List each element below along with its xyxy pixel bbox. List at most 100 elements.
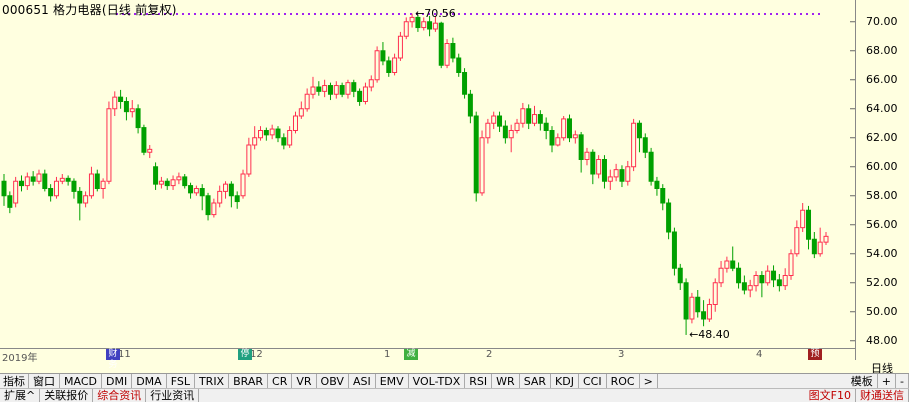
indicator-tab[interactable]: SAR xyxy=(520,374,552,389)
indicator-tab[interactable]: KDJ xyxy=(551,374,579,389)
candle-body xyxy=(631,122,637,168)
candle-body xyxy=(48,188,54,197)
indicator-tab[interactable]: ROC xyxy=(607,374,640,389)
candle xyxy=(485,118,491,144)
candle xyxy=(339,82,345,98)
indicator-tab[interactable]: VOL-TDX xyxy=(409,374,466,389)
candle-body xyxy=(59,177,65,182)
event-marker[interactable]: 停 xyxy=(238,349,252,360)
bottom-right-group: 图文F10 财通送信 xyxy=(805,389,909,402)
candle-body xyxy=(736,267,742,284)
candle xyxy=(776,274,782,292)
candle xyxy=(170,175,176,190)
candle xyxy=(514,118,520,134)
candle xyxy=(788,249,794,280)
f10-button[interactable]: 图文F10 xyxy=(805,389,856,402)
candle xyxy=(18,175,24,192)
candle xyxy=(193,185,199,196)
candle-body xyxy=(65,177,71,182)
candle xyxy=(100,178,106,199)
zoom-in-button[interactable]: + xyxy=(878,374,897,389)
indicator-tab[interactable]: DMA xyxy=(132,374,167,389)
candle xyxy=(158,176,164,189)
candle-body xyxy=(333,85,339,95)
kline-window: 000651 格力电器(日线 前复权) ←70.56 ←48.40 70.00 6… xyxy=(0,0,909,402)
indicator-tab[interactable]: > xyxy=(640,374,658,389)
candle xyxy=(36,169,42,185)
indicator-tab[interactable]: OBV xyxy=(317,374,349,389)
candle xyxy=(689,292,695,324)
candle-body xyxy=(689,296,695,320)
candle xyxy=(782,268,788,290)
candle xyxy=(677,263,683,290)
date-tick-label: 2019年 xyxy=(2,353,38,364)
indicator-tab[interactable]: 指标 xyxy=(0,374,29,389)
candle-body xyxy=(514,122,520,131)
candle-body xyxy=(566,118,572,139)
period-label[interactable]: 日线 xyxy=(855,360,909,375)
candle xyxy=(771,265,777,288)
candlestick-chart[interactable] xyxy=(0,0,855,348)
candle xyxy=(613,163,619,182)
arrow-left-icon: ← xyxy=(689,327,699,341)
candle-body xyxy=(811,238,817,255)
candle xyxy=(199,184,205,211)
event-marker[interactable]: 减 xyxy=(404,349,418,360)
candle xyxy=(322,79,328,98)
bottom-tab[interactable]: 综合资讯 xyxy=(93,389,147,402)
candle xyxy=(217,185,223,208)
candle-body xyxy=(701,311,707,320)
candle-body xyxy=(310,86,316,95)
indicator-tab[interactable]: VR xyxy=(292,374,317,389)
candle-body xyxy=(403,21,409,37)
candle-body xyxy=(83,195,89,204)
event-marker[interactable]: 财务 xyxy=(106,349,120,370)
candle xyxy=(327,82,333,101)
notify-button[interactable]: 财通送信 xyxy=(856,389,909,402)
template-tab[interactable]: 模板 xyxy=(847,374,878,389)
candle xyxy=(666,198,672,240)
indicator-tab[interactable]: CCI xyxy=(579,374,607,389)
zoom-out-button[interactable]: - xyxy=(896,374,909,389)
candle-body xyxy=(386,60,392,74)
candle xyxy=(112,91,118,116)
price-high-label: ←70.56 xyxy=(415,6,456,20)
bottom-tab[interactable]: 关联报价 xyxy=(40,389,94,402)
indicator-tab[interactable]: ASI xyxy=(349,374,376,389)
candle-body xyxy=(741,282,747,291)
bottom-tab[interactable]: 行业资讯 xyxy=(146,389,200,402)
indicator-tab[interactable]: TRIX xyxy=(195,374,230,389)
indicator-tab[interactable]: WR xyxy=(492,374,520,389)
candle xyxy=(520,102,526,128)
candle-body xyxy=(526,108,532,124)
candle-body xyxy=(374,50,380,81)
candle-body xyxy=(450,43,456,59)
candle-body xyxy=(561,118,567,139)
candle-body xyxy=(590,151,596,175)
candle-body xyxy=(724,260,730,269)
indicator-tab[interactable]: BRAR xyxy=(229,374,269,389)
indicator-tab[interactable]: EMV xyxy=(376,374,409,389)
candle-body xyxy=(625,166,631,182)
bottom-tab[interactable]: 扩展^ xyxy=(0,389,41,402)
candle xyxy=(578,131,584,173)
candle xyxy=(701,300,707,327)
candle-body xyxy=(823,235,829,243)
indicator-tab[interactable]: MACD xyxy=(60,374,102,389)
indicator-tab[interactable]: CR xyxy=(268,374,293,389)
candle-body xyxy=(654,180,660,189)
candle-body xyxy=(246,144,252,175)
candle-body xyxy=(94,173,100,189)
candle xyxy=(508,124,514,153)
indicator-tab[interactable]: 窗口 xyxy=(29,374,60,389)
candle-body xyxy=(607,176,613,182)
event-marker[interactable]: 预 xyxy=(808,349,822,360)
candle xyxy=(357,88,363,106)
candle-body xyxy=(164,180,170,187)
candle-body xyxy=(362,86,368,102)
candle-body xyxy=(479,137,485,194)
indicator-tab[interactable]: RSI xyxy=(465,374,493,389)
candle xyxy=(444,39,450,69)
indicator-tab[interactable]: FSL xyxy=(167,374,195,389)
indicator-tab[interactable]: DMI xyxy=(102,374,133,389)
